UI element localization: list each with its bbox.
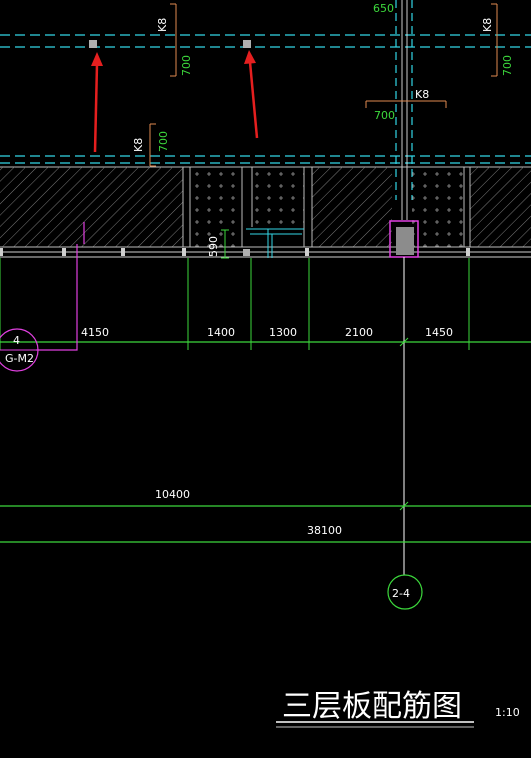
label-650-top: 650 [373, 2, 394, 15]
rebar-leader-top-left [170, 3, 177, 77]
lower-rebar-band [0, 155, 531, 164]
rebar-leader-left [149, 123, 156, 167]
label-700-top-left: 700 [180, 55, 193, 76]
drawing-scale: 1:10 [495, 706, 520, 719]
dim-subtotal: 10400 [155, 488, 190, 501]
label-700-left: 700 [157, 131, 170, 152]
axis-bottom-label: 2-4 [392, 587, 410, 600]
rebar-leader-top-right [491, 3, 498, 77]
wall-section-band [0, 166, 531, 258]
top-rebar-band [0, 34, 531, 48]
drawing-svg: K8 700 K8 700 650 K8 700 K8 700 590 4150… [0, 0, 531, 728]
label-700-mid: 700 [374, 109, 395, 122]
axis-left-sub: G-M2 [5, 352, 34, 365]
dim-segment-5: 1450 [425, 326, 453, 339]
drawing-title: 三层板配筋图 [282, 689, 462, 724]
label-k8-top-right: K8 [481, 18, 494, 32]
column-dashed-lines [395, 0, 413, 220]
dim-segment-3: 1300 [269, 326, 297, 339]
anchor-point-mid [243, 40, 251, 48]
cad-drawing-canvas: K8 700 K8 700 650 K8 700 K8 700 590 4150… [0, 0, 531, 758]
label-k8-top-left: K8 [156, 18, 169, 32]
axis-left-num: 4 [13, 334, 20, 347]
anchor-point-low [243, 249, 250, 256]
anchor-point-left [89, 40, 97, 48]
dim-total: 38100 [307, 524, 342, 537]
dim-segment-4: 2100 [345, 326, 373, 339]
label-k8-mid: K8 [415, 88, 429, 101]
red-arrow-left [91, 52, 103, 153]
label-700-top-right: 700 [501, 55, 514, 76]
label-590: 590 [207, 236, 220, 257]
dim-segment-1: 4150 [81, 326, 109, 339]
rebar-leader-mid [365, 100, 447, 108]
red-arrow-right [244, 50, 259, 139]
label-k8-left: K8 [132, 138, 145, 152]
dim-segment-2: 1400 [207, 326, 235, 339]
